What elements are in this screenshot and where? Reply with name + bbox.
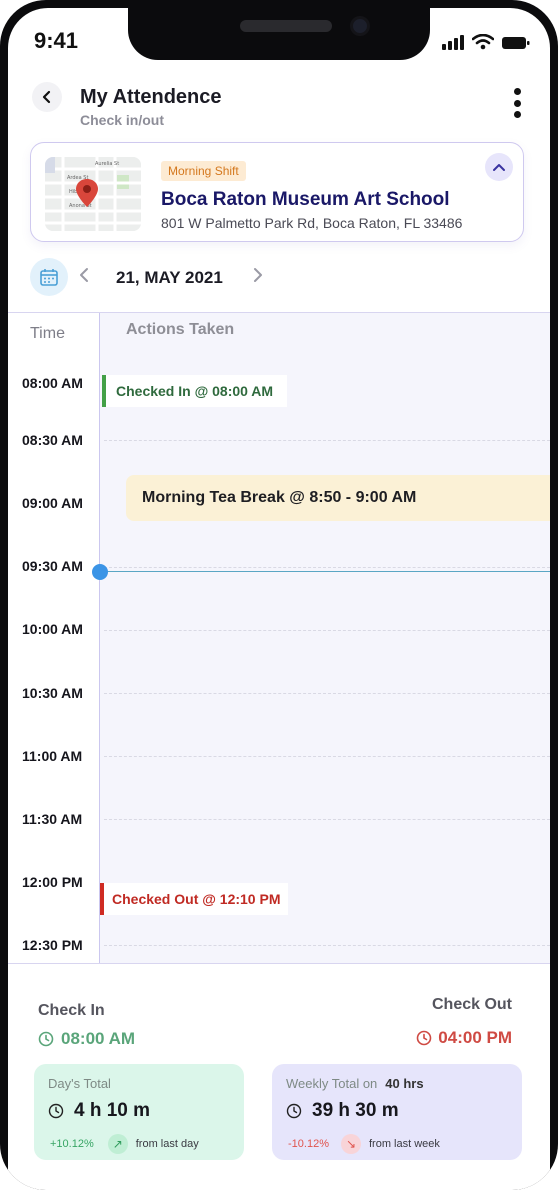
time-slot-label: 12:30 PM [22, 937, 83, 953]
weekly-total-label: Weekly Total on 40 hrs [286, 1076, 424, 1091]
chevron-left-icon [80, 268, 88, 282]
map-thumbnail[interactable]: Aurelia St Ardea St Hibiscus St Anona St [45, 157, 141, 231]
trend-down-icon: ↘ [340, 1134, 361, 1154]
time-slot-label: 08:30 AM [22, 432, 83, 448]
current-date[interactable]: 21, MAY 2021 [116, 268, 223, 288]
phone-frame: 9:41 My Attendence Check in/out Aurelia … [0, 0, 558, 1190]
current-time-indicator [92, 564, 108, 580]
chevron-right-icon [254, 268, 262, 282]
weekly-change-note: from last week [368, 1138, 440, 1150]
status-icons [442, 34, 530, 50]
weekly-total-label-text: Weekly Total on [286, 1076, 378, 1091]
shift-badge: Morning Shift [161, 161, 246, 181]
time-slot-divider [104, 945, 550, 946]
more-vertical-icon [513, 88, 521, 95]
clock-icon [38, 1031, 54, 1047]
day-total-value: 4 h 10 m [48, 1100, 150, 1122]
time-slot-label: 11:30 AM [22, 811, 83, 827]
page-subtitle: Check in/out [80, 112, 165, 128]
cellular-signal-icon [442, 35, 464, 50]
check-out-time: 04:00 PM [416, 1028, 512, 1048]
trend-up-icon: ↗ [107, 1134, 128, 1154]
weekly-total-card[interactable]: Weekly Total on 40 hrs 39 h 30 m -10.12% … [272, 1064, 522, 1160]
time-slot-divider [104, 630, 550, 631]
current-time-line [100, 571, 550, 572]
chevron-up-icon [493, 164, 505, 171]
time-slot-label: 11:00 AM [22, 748, 83, 764]
clock-icon [416, 1030, 432, 1046]
weekly-target-hours: 40 hrs [385, 1076, 424, 1091]
day-total-value-text: 4 h 10 m [74, 1100, 151, 1121]
check-in-time: 08:00 AM [38, 1029, 135, 1049]
speaker-grille [240, 20, 332, 32]
time-slot-label: 10:00 AM [22, 621, 83, 637]
collapse-card-button[interactable] [485, 153, 513, 181]
previous-date-button[interactable] [78, 266, 90, 290]
time-column: Time [8, 313, 100, 963]
day-total-label: Day's Total [48, 1076, 111, 1091]
time-slot-label: 10:30 AM [22, 685, 83, 701]
app-screen: 9:41 My Attendence Check in/out Aurelia … [8, 8, 550, 1190]
more-options-button[interactable] [510, 88, 524, 118]
time-slot-label: 08:00 AM [22, 375, 83, 391]
battery-icon [502, 37, 530, 49]
check-in-label: Check In [38, 1002, 105, 1019]
check-in-time-text: 08:00 AM [61, 1029, 136, 1048]
location-name: Boca Raton Museum Art School [161, 189, 450, 210]
location-address: 801 W Palmetto Park Rd, Boca Raton, FL 3… [161, 215, 463, 231]
actions-column-header: Actions Taken [126, 321, 235, 338]
wifi-icon [472, 34, 494, 50]
calendar-icon [40, 269, 58, 286]
calendar-button[interactable] [30, 258, 68, 296]
next-date-button[interactable] [252, 266, 264, 290]
check-out-label: Check Out [431, 996, 512, 1013]
check-out-time-text: 04:00 PM [438, 1028, 512, 1047]
weekly-change-percent: -10.12% [288, 1138, 329, 1150]
time-slot-label: 12:00 PM [22, 874, 83, 890]
time-slot-label: 09:00 AM [22, 495, 83, 511]
back-arrow-icon [42, 90, 51, 104]
map-street-label: Aurelia St [95, 161, 119, 167]
time-column-header: Time [30, 325, 65, 342]
time-slot-divider [104, 756, 550, 757]
weekly-total-change: -10.12% ↘ from last week [288, 1134, 440, 1154]
clock-icon [48, 1103, 64, 1119]
time-slot-divider [104, 567, 550, 568]
time-slot-divider [104, 440, 550, 441]
time-slot-divider [104, 693, 550, 694]
weekly-total-value-text: 39 h 30 m [312, 1100, 399, 1121]
time-slot-divider [104, 819, 550, 820]
attendance-timeline[interactable]: Time Actions Taken 08:00 AM 08:30 AM 09:… [8, 312, 550, 964]
back-button[interactable] [32, 82, 62, 112]
map-preview: Aurelia St Ardea St Hibiscus St Anona St [45, 157, 141, 231]
checked-out-event[interactable]: Checked Out @ 12:10 PM [100, 883, 289, 915]
location-card[interactable]: Aurelia St Ardea St Hibiscus St Anona St… [30, 142, 524, 242]
status-time: 9:41 [34, 28, 79, 53]
break-event[interactable]: Morning Tea Break @ 8:50 - 9:00 AM [126, 475, 550, 521]
day-total-card[interactable]: Day's Total 4 h 10 m +10.12% ↗ from last… [34, 1064, 244, 1160]
front-camera [350, 16, 370, 36]
time-slot-label: 09:30 AM [22, 558, 83, 574]
day-total-change: +10.12% ↗ from last day [50, 1134, 199, 1154]
device-notch [128, 8, 430, 60]
day-change-percent: +10.12% [50, 1138, 94, 1150]
page-title: My Attendence [80, 86, 222, 108]
weekly-total-value: 39 h 30 m [286, 1100, 399, 1122]
clock-icon [286, 1103, 302, 1119]
day-change-note: from last day [135, 1138, 199, 1150]
checked-in-event[interactable]: Checked In @ 08:00 AM [102, 375, 288, 407]
